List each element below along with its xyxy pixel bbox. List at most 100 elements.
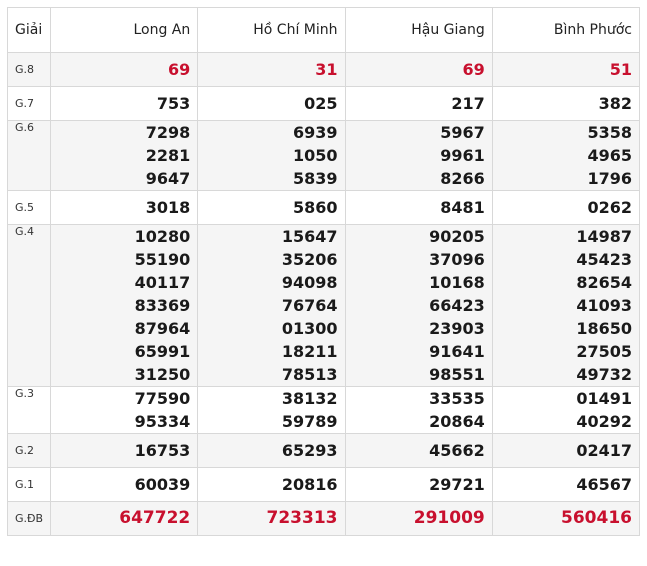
result-cell-hau-giang: 5967 9961 8266 [344,120,493,191]
result-number: 69 [167,60,191,79]
result-number: 91641 [429,342,485,361]
prize-row-g2: G.2 16753 65293 45662 02417 [7,433,641,468]
result-cell-ho-chi-minh: 6939 1050 5839 [197,120,346,191]
result-number: 7298 [145,123,191,142]
result-number: 3018 [145,198,191,217]
result-cell-long-an: 647722 [49,501,199,536]
result-cell-long-an: 60039 [49,467,199,502]
result-number: 01491 [576,389,632,408]
result-number: 60039 [134,475,191,494]
result-number: 9961 [440,146,485,165]
result-number: 02417 [576,441,632,460]
prize-row-g8: G.8 69 31 69 51 [7,52,641,87]
result-number: 65293 [281,441,338,460]
prize-row-g7: G.7 753 025 217 382 [7,86,641,121]
province-header-ho-chi-minh[interactable]: Hồ Chí Minh [197,7,346,53]
result-cell-long-an: 77590 95334 [49,386,199,434]
result-cell-hau-giang: 8481 [344,190,493,225]
results-body: G.8 69 31 69 51 G.7 753 025 217 382 G.6 7298 2281 964… [7,52,641,536]
result-number: 45662 [429,441,485,460]
result-cell-hau-giang: 291009 [344,501,493,536]
prize-row-g1: G.1 60039 20816 29721 46567 [7,467,641,502]
result-cell-binh-phuoc: 0262 [491,190,641,225]
result-number: 5839 [292,169,338,188]
province-header-hau-giang[interactable]: Hậu Giang [344,7,493,53]
result-cell-binh-phuoc: 5358 4965 1796 [491,120,641,191]
result-cell-long-an: 7298 2281 9647 [49,120,199,191]
result-cell-ho-chi-minh: 38132 59789 [197,386,346,434]
result-number: 45423 [576,250,632,269]
result-number: 35206 [281,250,338,269]
lottery-results-table: Giải Long An Hồ Chí Minh Hậu Giang Bình … [7,7,641,536]
result-cell-ho-chi-minh: 5860 [197,190,346,225]
province-header-long-an[interactable]: Long An [49,7,199,53]
result-number: 37096 [429,250,485,269]
result-number: 46567 [576,475,632,494]
result-number: 10168 [429,273,485,292]
province-header-binh-phuoc[interactable]: Bình Phước [491,7,641,53]
result-number: 59789 [281,412,338,431]
result-number: 8481 [440,198,485,217]
result-number: 40292 [576,412,632,431]
result-cell-long-an: 10280 55190 40117 83369 87964 65991 31250 [49,224,199,387]
result-number: 753 [156,94,191,113]
result-number: 83369 [134,296,191,315]
prize-label: G.1 [7,467,51,502]
result-number: 560416 [561,508,632,528]
prize-label: G.2 [7,433,51,468]
result-number: 78513 [281,365,338,384]
result-cell-hau-giang: 33535 20864 [344,386,493,434]
result-number: 27505 [576,342,632,361]
result-number: 31 [315,60,338,79]
result-number: 5860 [292,198,338,217]
result-number: 95334 [134,412,191,431]
prize-row-gdb: G.ĐB 647722 723313 291009 560416 [7,501,641,536]
result-number: 69 [462,60,485,79]
result-number: 23903 [429,319,485,338]
result-cell-binh-phuoc: 01491 40292 [491,386,641,434]
result-number: 38132 [281,389,338,408]
result-number: 82654 [576,273,632,292]
result-cell-ho-chi-minh: 025 [197,86,346,121]
result-number: 18211 [281,342,338,361]
result-number: 29721 [429,475,485,494]
result-cell-hau-giang: 217 [344,86,493,121]
result-number: 382 [598,94,632,113]
result-number: 77590 [134,389,191,408]
result-number: 723313 [266,508,338,528]
result-cell-ho-chi-minh: 20816 [197,467,346,502]
prize-label: G.7 [7,86,51,121]
result-cell-long-an: 16753 [49,433,199,468]
result-cell-hau-giang: 69 [344,52,493,87]
result-number: 291009 [413,508,485,528]
result-number: 5967 [440,123,485,142]
result-number: 8266 [440,169,485,188]
result-number: 41093 [576,296,632,315]
result-cell-binh-phuoc: 560416 [491,501,641,536]
result-number: 2281 [145,146,191,165]
prize-label: G.ĐB [7,501,51,536]
result-cell-ho-chi-minh: 723313 [197,501,346,536]
result-number: 025 [304,94,338,113]
result-number: 98551 [429,365,485,384]
prize-row-g4: G.4 10280 55190 40117 83369 87964 65991 31250 15… [7,224,641,387]
result-number: 55190 [134,250,191,269]
prize-label: G.5 [7,190,51,225]
result-number: 4965 [587,146,632,165]
result-cell-hau-giang: 29721 [344,467,493,502]
result-cell-binh-phuoc: 51 [491,52,641,87]
result-number: 14987 [576,227,632,246]
prize-column-header: Giải [7,7,51,53]
result-number: 1796 [587,169,632,188]
result-number: 20816 [281,475,338,494]
result-number: 40117 [134,273,191,292]
result-number: 51 [609,60,632,79]
result-number: 16753 [134,441,191,460]
result-number: 94098 [281,273,338,292]
result-number: 6939 [292,123,338,142]
prize-label: G.8 [7,52,51,87]
result-number: 0262 [587,198,632,217]
header-row: Giải Long An Hồ Chí Minh Hậu Giang Bình … [7,7,641,53]
prize-row-g5: G.5 3018 5860 8481 0262 [7,190,641,225]
result-number: 20864 [429,412,485,431]
